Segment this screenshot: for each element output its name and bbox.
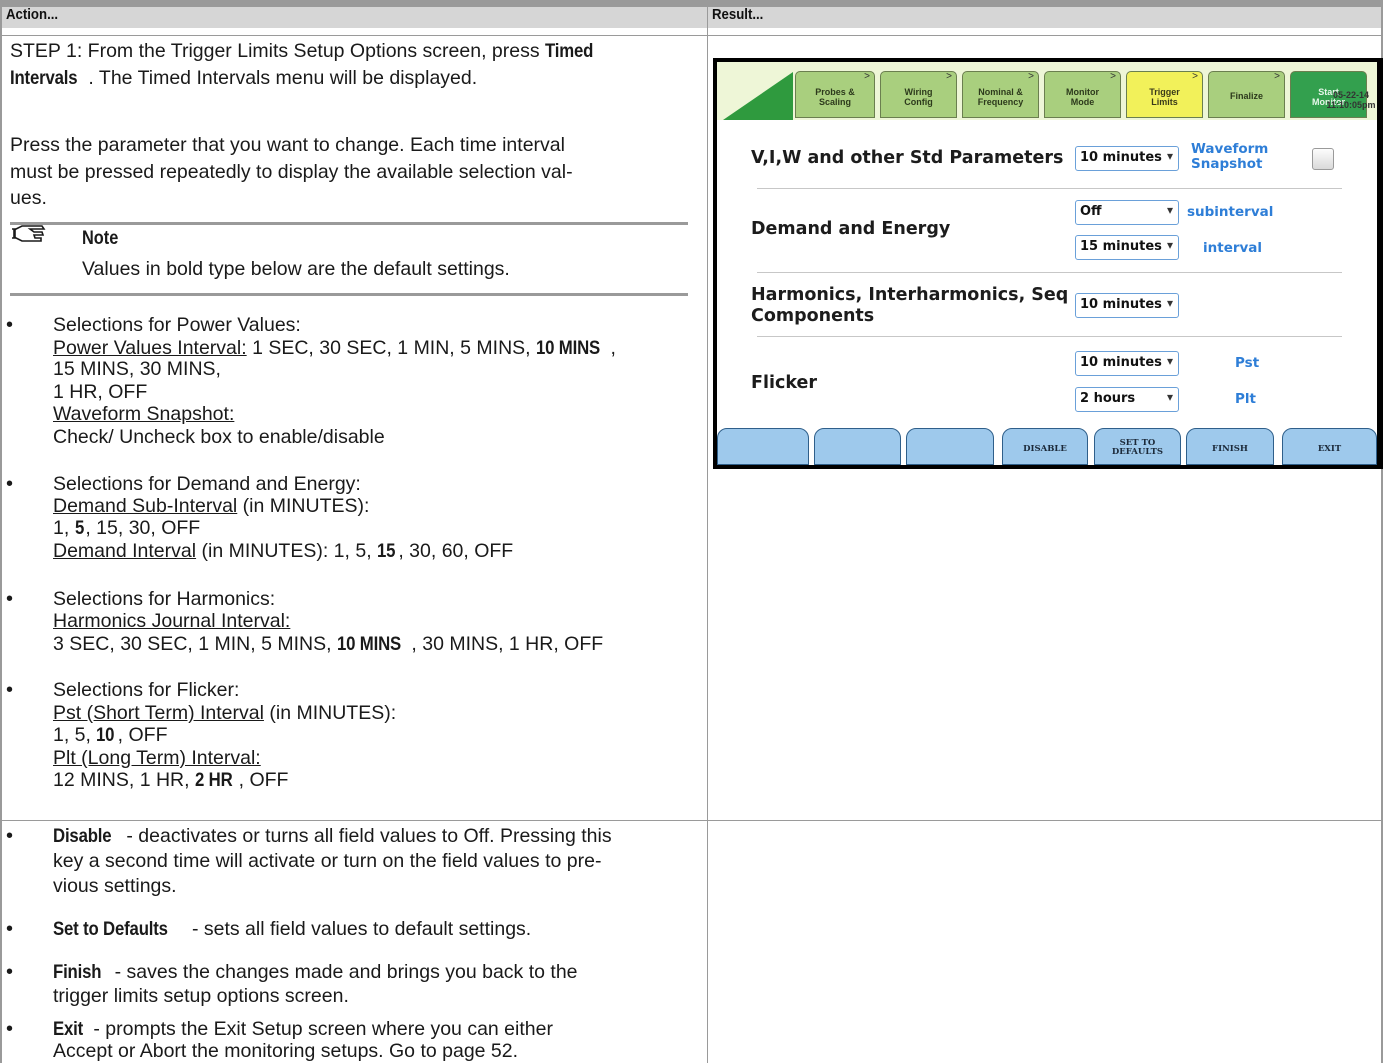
tab-monitor-mode[interactable]: > Monitor Mode xyxy=(1044,71,1121,118)
defaults-desc: Set to Defaults - sets all field values … xyxy=(53,918,532,940)
power-interval-line: Power Values Interval: 1 SEC, 30 SEC, 1 … xyxy=(53,337,616,359)
subinterval-label: subinterval xyxy=(1187,204,1274,220)
header-divider xyxy=(0,35,1383,36)
note-title: Note xyxy=(82,228,119,249)
waveform-snapshot-text: Check/ Uncheck box to enable/disable xyxy=(53,426,385,448)
demand-energy-label: Demand and Energy xyxy=(751,219,951,239)
logo-triangle-icon xyxy=(723,72,793,120)
table-column-divider xyxy=(707,0,708,1063)
note-top-rule xyxy=(10,222,688,225)
row-divider xyxy=(757,336,1342,337)
demand-interval-select[interactable]: 15 minutes ▾ xyxy=(1075,235,1179,260)
exit-button[interactable]: EXIT xyxy=(1282,428,1377,465)
softkey-3[interactable] xyxy=(906,428,994,465)
harmonics-label: Harmonics Journal Interval: xyxy=(53,610,291,632)
demand-interval-values: Demand Interval (in MINUTES): 1, 5, 15, … xyxy=(53,540,514,562)
header-action: Action... xyxy=(6,6,59,23)
table-border-left xyxy=(0,0,2,1063)
demand-sub-values: 1, 5, 15, 30, OFF xyxy=(53,517,201,539)
disable-desc-line3: vious settings. xyxy=(53,875,177,897)
row-divider xyxy=(757,188,1342,189)
harmonics-label: Harmonics, Interharmonics, Seq Components xyxy=(751,285,1069,326)
disable-desc-line1: Disable - deactivates or turns all field… xyxy=(53,825,612,847)
pst-label: Pst (Short Term) Interval (in MINUTES): xyxy=(53,702,397,724)
flicker-label: Flicker xyxy=(751,373,817,393)
waveform-snapshot-checkbox[interactable] xyxy=(1312,148,1334,170)
press-param-line2: must be pressed repeatedly to display th… xyxy=(10,161,573,183)
finish-desc-line1: Finish - saves the changes made and brin… xyxy=(53,961,578,983)
power-interval-line3: 1 HR, OFF xyxy=(53,381,148,403)
bullet: • xyxy=(6,473,14,495)
row-divider xyxy=(757,272,1342,273)
device-screenshot: > Probes & Scaling > Wiring Config > Nomin… xyxy=(713,58,1383,469)
press-param-line3: ues. xyxy=(10,187,47,209)
row-divider xyxy=(0,820,1383,821)
tab-nominal-frequency[interactable]: > Nominal & Frequency xyxy=(962,71,1039,118)
finish-button[interactable]: FINISH xyxy=(1186,428,1274,465)
note-bottom-rule xyxy=(10,293,688,296)
waveform-snapshot-label: Waveform Snapshot: xyxy=(53,403,235,425)
bullet: • xyxy=(6,679,14,701)
bullet: • xyxy=(6,314,14,336)
bullet: • xyxy=(6,918,14,940)
bullet: • xyxy=(6,588,14,610)
plt-select[interactable]: 2 hours ▾ xyxy=(1075,387,1179,412)
datetime: 05-22-14 11:10:05pm xyxy=(1326,90,1376,110)
disable-desc-line2: key a second time will activate or turn … xyxy=(53,850,602,872)
top-tab-bar: > Probes & Scaling > Wiring Config > Nomin… xyxy=(717,62,1377,120)
table-header xyxy=(0,0,1383,28)
chevron-down-icon: ▾ xyxy=(1166,149,1173,163)
waveform-snapshot-label: Waveform Snapshot xyxy=(1191,141,1269,172)
set-to-defaults-button[interactable]: SET TO DEFAULTS xyxy=(1094,428,1181,465)
tab-trigger-limits[interactable]: > Trigger Limits xyxy=(1126,71,1203,118)
finish-desc-line2: trigger limits setup options screen. xyxy=(53,985,349,1007)
plt-label: Plt xyxy=(1235,391,1256,407)
tab-probes-scaling[interactable]: > Probes & Scaling xyxy=(795,71,875,118)
pst-label: Pst xyxy=(1235,355,1260,371)
power-heading: Selections for Power Values: xyxy=(53,314,301,336)
bullet: • xyxy=(6,1018,14,1040)
step1-line2: Intervals. The Timed Intervals menu will… xyxy=(10,67,478,89)
tab-finalize[interactable]: > Finalize xyxy=(1208,71,1285,118)
demand-sub-label: Demand Sub-Interval (in MINUTES): xyxy=(53,495,370,517)
pst-select[interactable]: 10 minutes ▾ xyxy=(1075,351,1179,376)
power-interval-line2: 15 MINS, 30 MINS, xyxy=(53,358,221,380)
flicker-heading: Selections for Flicker: xyxy=(53,679,240,701)
harmonics-select[interactable]: 10 minutes ▾ xyxy=(1075,293,1179,318)
header-result: Result... xyxy=(712,6,764,23)
bullet: • xyxy=(6,961,14,983)
device-screen: > Probes & Scaling > Wiring Config > Nomin… xyxy=(717,62,1377,465)
pst-values: 1, 5, 10, OFF xyxy=(53,724,168,746)
chevron-down-icon: ▾ xyxy=(1166,238,1173,252)
tab-wiring-config[interactable]: > Wiring Config xyxy=(880,71,957,118)
harmonics-heading: Selections for Harmonics: xyxy=(53,588,276,610)
press-param-line1: Press the parameter that you want to cha… xyxy=(10,134,565,156)
softkey-bar: DISABLE SET TO DEFAULTS FINISH EXIT xyxy=(717,424,1377,465)
std-params-select[interactable]: 10 minutes ▾ xyxy=(1075,146,1179,171)
chevron-down-icon: ▾ xyxy=(1166,354,1173,368)
exit-desc-line2: Accept or Abort the monitoring setups. G… xyxy=(53,1040,519,1062)
softkey-2[interactable] xyxy=(814,428,901,465)
chevron-down-icon: ▾ xyxy=(1166,390,1173,404)
plt-label: Plt (Long Term) Interval: xyxy=(53,747,261,769)
exit-desc-line1: Exit - prompts the Exit Setup screen whe… xyxy=(53,1018,553,1040)
plt-values: 12 MINS, 1 HR, 2 HR, OFF xyxy=(53,769,289,791)
chevron-down-icon: ▾ xyxy=(1166,296,1173,310)
demand-subinterval-select[interactable]: Off ▾ xyxy=(1075,200,1179,225)
softkey-1[interactable] xyxy=(717,428,809,465)
note-body: Values in bold type below are the defaul… xyxy=(82,258,510,280)
demand-heading: Selections for Demand and Energy: xyxy=(53,473,361,495)
harmonics-values: 3 SEC, 30 SEC, 1 MIN, 5 MINS, 10 MINS, 3… xyxy=(53,633,604,655)
step1-line1: STEP 1: From the Trigger Limits Setup Op… xyxy=(10,40,594,62)
disable-button[interactable]: DISABLE xyxy=(1002,428,1088,465)
chevron-down-icon: ▾ xyxy=(1166,203,1173,217)
bullet: • xyxy=(6,825,14,847)
pointing-hand-icon xyxy=(12,225,46,242)
interval-label: interval xyxy=(1203,240,1263,256)
std-params-label: V,I,W and other Std Parameters xyxy=(751,148,1064,168)
